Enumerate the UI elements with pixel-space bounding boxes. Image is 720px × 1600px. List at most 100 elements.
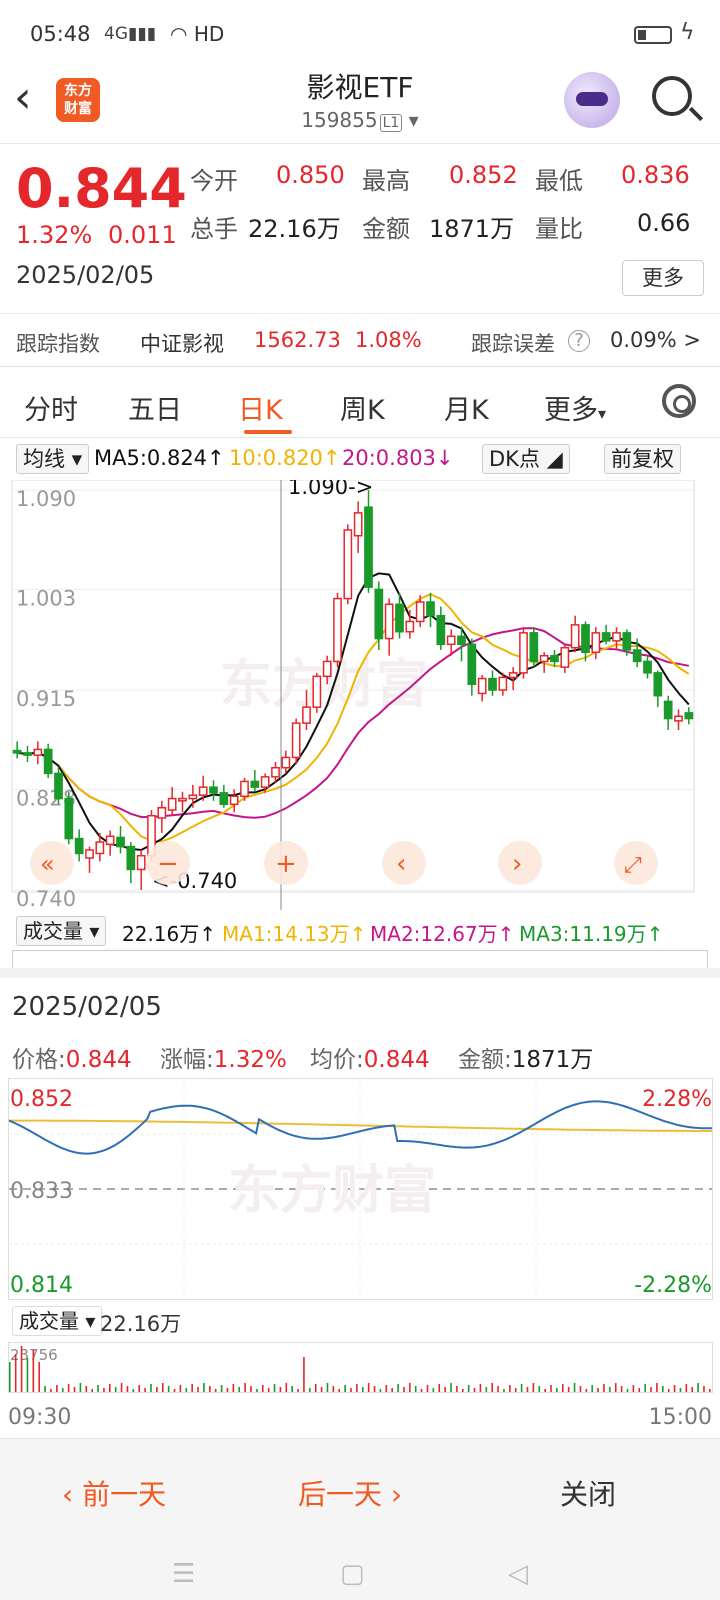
prev-day-button[interactable]: ‹ 前一天 bbox=[62, 1473, 166, 1513]
tracking-index-row[interactable]: 跟踪指数 中证影视 1562.73 1.08% 跟踪误差 ? 0.09% > bbox=[0, 313, 720, 367]
mid-price-label: 0.833 bbox=[10, 1179, 73, 1204]
candle-body bbox=[674, 715, 683, 722]
y-tick-label: 1.003 bbox=[16, 586, 76, 610]
candle-body bbox=[415, 601, 425, 623]
candle bbox=[643, 655, 652, 679]
volume-bar bbox=[14, 1354, 17, 1392]
candle-body bbox=[529, 632, 539, 663]
max-price-label: 1.090-> bbox=[288, 480, 373, 499]
gear-icon[interactable] bbox=[662, 384, 696, 418]
volume-bar bbox=[467, 1385, 470, 1392]
index-name: 中证影视 bbox=[140, 332, 224, 356]
candle bbox=[209, 780, 218, 801]
kline-chart[interactable]: 东方财富 1.0901.0030.9150.8280.740 1.090-> <… bbox=[0, 480, 720, 910]
volume-indicator-select[interactable]: 成交量 ▾ bbox=[16, 916, 107, 946]
help-icon: ? bbox=[568, 330, 590, 352]
tab-weekly-k[interactable]: 周K bbox=[340, 388, 385, 427]
volume-bar bbox=[191, 1384, 193, 1392]
volume-bar bbox=[656, 1383, 658, 1392]
candle bbox=[157, 800, 167, 833]
candle bbox=[74, 829, 84, 862]
candle-body bbox=[581, 624, 590, 654]
low-value: 0.836 bbox=[621, 161, 690, 189]
volume-bar bbox=[432, 1388, 435, 1392]
candle-body bbox=[519, 632, 528, 674]
candle-body bbox=[74, 837, 84, 855]
volume-bar bbox=[267, 1388, 270, 1392]
candle-body bbox=[550, 654, 559, 663]
app-logo[interactable]: 东方 财富 bbox=[56, 78, 100, 122]
tab-monthly-k[interactable]: 月K bbox=[444, 388, 489, 427]
dk-point-button[interactable]: DK点 ◢ bbox=[482, 444, 570, 474]
more-button[interactable]: 更多 bbox=[622, 260, 704, 296]
intraday-panel: 2025/02/05 价格:0.844 涨幅:1.32% 均价:0.844 金额… bbox=[0, 978, 720, 1438]
charging-icon: ϟ bbox=[680, 20, 695, 45]
volume-bar bbox=[509, 1385, 511, 1392]
chevron-left-icon[interactable]: ‹ bbox=[14, 76, 32, 120]
tab-five-day[interactable]: 五日 bbox=[128, 388, 182, 427]
volume-bar bbox=[650, 1387, 652, 1392]
quote-date: 2025/02/05 bbox=[16, 261, 155, 289]
candle bbox=[33, 741, 43, 765]
amount-value: 1871万 bbox=[429, 215, 515, 243]
candle-body bbox=[364, 506, 373, 588]
volume-bar bbox=[426, 1385, 429, 1392]
menu-icon[interactable]: ☰ bbox=[172, 1559, 195, 1589]
volume-bar bbox=[585, 1389, 588, 1392]
expand-icon: ⤢ bbox=[624, 853, 642, 878]
search-icon[interactable] bbox=[652, 76, 692, 116]
intraday-volume-select[interactable]: 成交量 ▾ bbox=[12, 1306, 103, 1336]
volume-bar bbox=[444, 1387, 446, 1392]
candle bbox=[136, 850, 146, 890]
volume-bar bbox=[450, 1383, 452, 1392]
candle bbox=[312, 672, 322, 713]
volume-bar bbox=[279, 1387, 282, 1392]
plus-icon: + bbox=[275, 849, 297, 879]
volume-bar bbox=[679, 1388, 682, 1392]
tab-intraday[interactable]: 分时 bbox=[24, 388, 78, 427]
volume-bar bbox=[538, 1386, 541, 1392]
intraday-avg: 均价:0.844 bbox=[310, 1047, 430, 1073]
volume-bar bbox=[573, 1383, 576, 1392]
assistant-robot-icon[interactable] bbox=[564, 72, 620, 128]
volume-bar bbox=[414, 1386, 417, 1392]
volume-bar bbox=[44, 1386, 46, 1392]
volume-bar bbox=[591, 1385, 594, 1392]
home-icon[interactable]: ▢ bbox=[340, 1559, 365, 1589]
tab-more[interactable]: 更多▾ bbox=[544, 388, 606, 427]
candle-body bbox=[312, 675, 322, 708]
index-value: 1562.73 bbox=[254, 328, 341, 352]
volume-bar bbox=[561, 1384, 564, 1392]
volume-bar bbox=[73, 1387, 76, 1392]
candle-body bbox=[271, 766, 280, 778]
next-day-button[interactable]: 后一天 › bbox=[298, 1473, 402, 1513]
volume-bar bbox=[520, 1384, 523, 1392]
candle bbox=[23, 746, 32, 762]
tab-daily-k[interactable]: 日K bbox=[238, 388, 283, 427]
intraday-volume-frame bbox=[8, 1342, 713, 1393]
back-icon[interactable]: ◁ bbox=[508, 1559, 528, 1589]
volume-bar bbox=[209, 1386, 211, 1392]
volume-bar bbox=[32, 1350, 35, 1392]
candle bbox=[488, 670, 497, 696]
volume-bar bbox=[556, 1388, 558, 1392]
volume-bar bbox=[38, 1362, 41, 1392]
y-tick-label: 0.740 bbox=[16, 887, 76, 910]
close-button[interactable]: 关闭 bbox=[560, 1473, 616, 1513]
volume-bar bbox=[120, 1383, 123, 1392]
indicator-select[interactable]: 均线 ▾ bbox=[16, 444, 90, 474]
volume-bar bbox=[632, 1385, 635, 1392]
volume-bar bbox=[579, 1386, 582, 1392]
candle bbox=[384, 598, 394, 656]
intraday-chart[interactable]: 东方财富 0.852 0.833 0.814 2.28% -2.28% 2375… bbox=[0, 1078, 720, 1438]
adjust-select[interactable]: 前复权 bbox=[604, 444, 681, 474]
candle-body bbox=[560, 646, 570, 668]
candle bbox=[560, 644, 570, 673]
candle bbox=[43, 743, 53, 778]
volume-bar bbox=[438, 1384, 441, 1392]
volume-bar bbox=[709, 1389, 711, 1392]
candle bbox=[85, 846, 94, 873]
volume-bar bbox=[356, 1384, 358, 1392]
volume-label: 总手 bbox=[190, 215, 238, 243]
candle-body bbox=[291, 722, 301, 759]
